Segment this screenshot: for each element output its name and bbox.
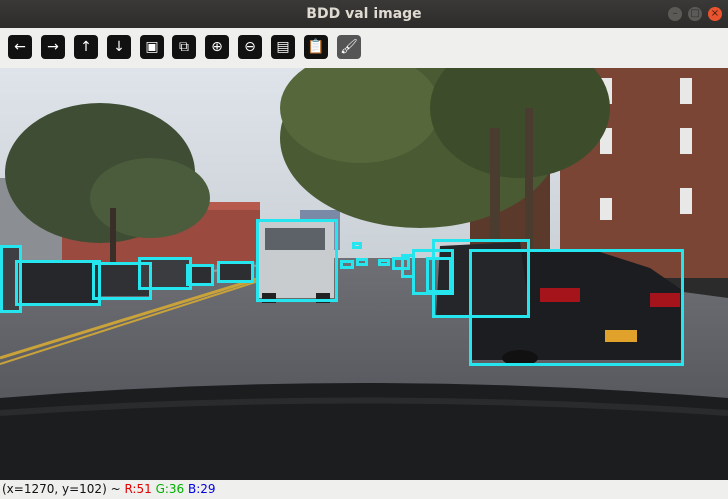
- arrow-right-icon: →: [47, 39, 59, 55]
- pan-up-button[interactable]: ↑: [74, 35, 98, 59]
- arrow-left-icon: ←: [14, 39, 26, 55]
- maximize-icon[interactable]: □: [688, 7, 702, 21]
- pixel-r-value: R:51: [124, 482, 152, 496]
- pixel-b-value: B:29: [188, 482, 216, 496]
- zoom-reset-button[interactable]: ▣: [140, 35, 164, 59]
- detection-box: [138, 257, 192, 290]
- zoom-out-icon: ⊖: [244, 39, 256, 55]
- cursor-coords: (x=1270, y=102) ~: [2, 482, 121, 496]
- arrow-down-icon: ↓: [113, 39, 125, 55]
- title-bar: BDD val image – □ ×: [0, 0, 728, 28]
- detection-box: [217, 261, 254, 283]
- properties-button[interactable]: 🖌: [337, 35, 361, 59]
- image-icon: ▣: [145, 39, 159, 55]
- detection-box: [352, 242, 362, 249]
- brush-icon: 🖌: [340, 39, 358, 55]
- detection-box: [378, 259, 390, 266]
- detection-box: [186, 264, 214, 286]
- minimize-icon[interactable]: –: [668, 7, 682, 21]
- save-icon: ▤: [276, 39, 290, 55]
- status-bar: (x=1270, y=102) ~ R:51 G:36 B:29: [0, 480, 728, 499]
- detection-box: [469, 249, 684, 366]
- close-icon[interactable]: ×: [708, 7, 722, 21]
- arrow-up-icon: ↑: [80, 39, 92, 55]
- zoom-in-icon: ⊕: [211, 39, 223, 55]
- detection-box: [356, 258, 368, 266]
- detection-box: [256, 219, 338, 302]
- pan-right-button[interactable]: →: [41, 35, 65, 59]
- pan-down-button[interactable]: ↓: [107, 35, 131, 59]
- window-title: BDD val image: [306, 6, 422, 22]
- image-canvas[interactable]: [0, 68, 728, 480]
- image-search-icon: ⧉: [179, 39, 189, 55]
- detection-box: [15, 260, 101, 306]
- zoom-fit-button[interactable]: ⧉: [172, 35, 196, 59]
- detection-box: [426, 257, 452, 293]
- copy-button[interactable]: 📋: [304, 35, 328, 59]
- clipboard-icon: 📋: [307, 39, 325, 55]
- zoom-out-button[interactable]: ⊖: [238, 35, 262, 59]
- pixel-g-value: G:36: [155, 482, 185, 496]
- detection-box: [340, 260, 354, 269]
- save-button[interactable]: ▤: [271, 35, 295, 59]
- toolbar: ← → ↑ ↓ ▣ ⧉ ⊕ ⊖ ▤ 📋 🖌: [0, 28, 728, 68]
- pan-left-button[interactable]: ←: [8, 35, 32, 59]
- zoom-in-button[interactable]: ⊕: [205, 35, 229, 59]
